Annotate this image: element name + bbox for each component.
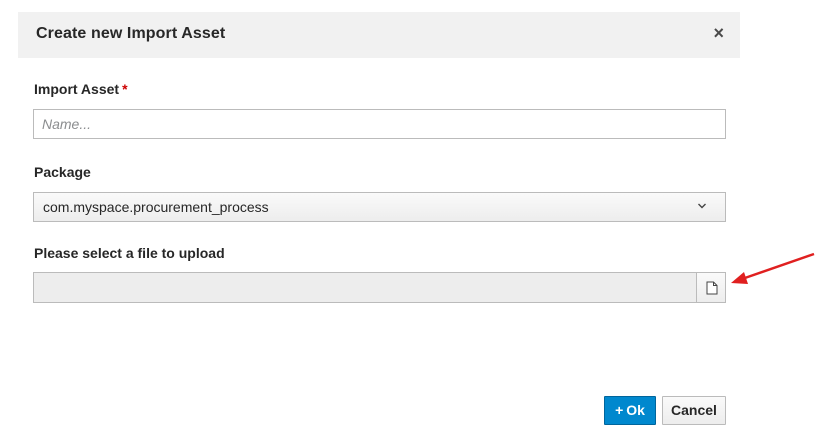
import-asset-label-text: Import Asset [34,81,120,97]
package-label: Package [34,164,91,180]
import-asset-name-input[interactable] [33,109,726,139]
chevron-down-icon [697,198,707,215]
plus-icon: + [615,402,624,418]
ok-button-label: Ok [626,402,645,418]
package-select[interactable]: com.myspace.procurement_process [33,192,726,222]
required-marker: * [122,81,128,97]
import-asset-label: Import Asset * [34,81,128,97]
create-import-asset-dialog: Create new Import Asset × Import Asset * … [0,0,822,437]
dialog-header: Create new Import Asset × [18,12,740,58]
cancel-button[interactable]: Cancel [662,396,726,425]
close-icon[interactable]: × [713,23,724,43]
dialog-title: Create new Import Asset [36,25,226,42]
file-icon [706,281,718,295]
red-arrow-annotation [731,252,815,284]
file-upload-field[interactable] [33,272,726,303]
package-selected-value: com.myspace.procurement_process [43,199,269,215]
browse-file-button[interactable] [696,272,726,303]
ok-button[interactable]: + Ok [604,396,656,425]
file-upload-label: Please select a file to upload [34,245,225,261]
